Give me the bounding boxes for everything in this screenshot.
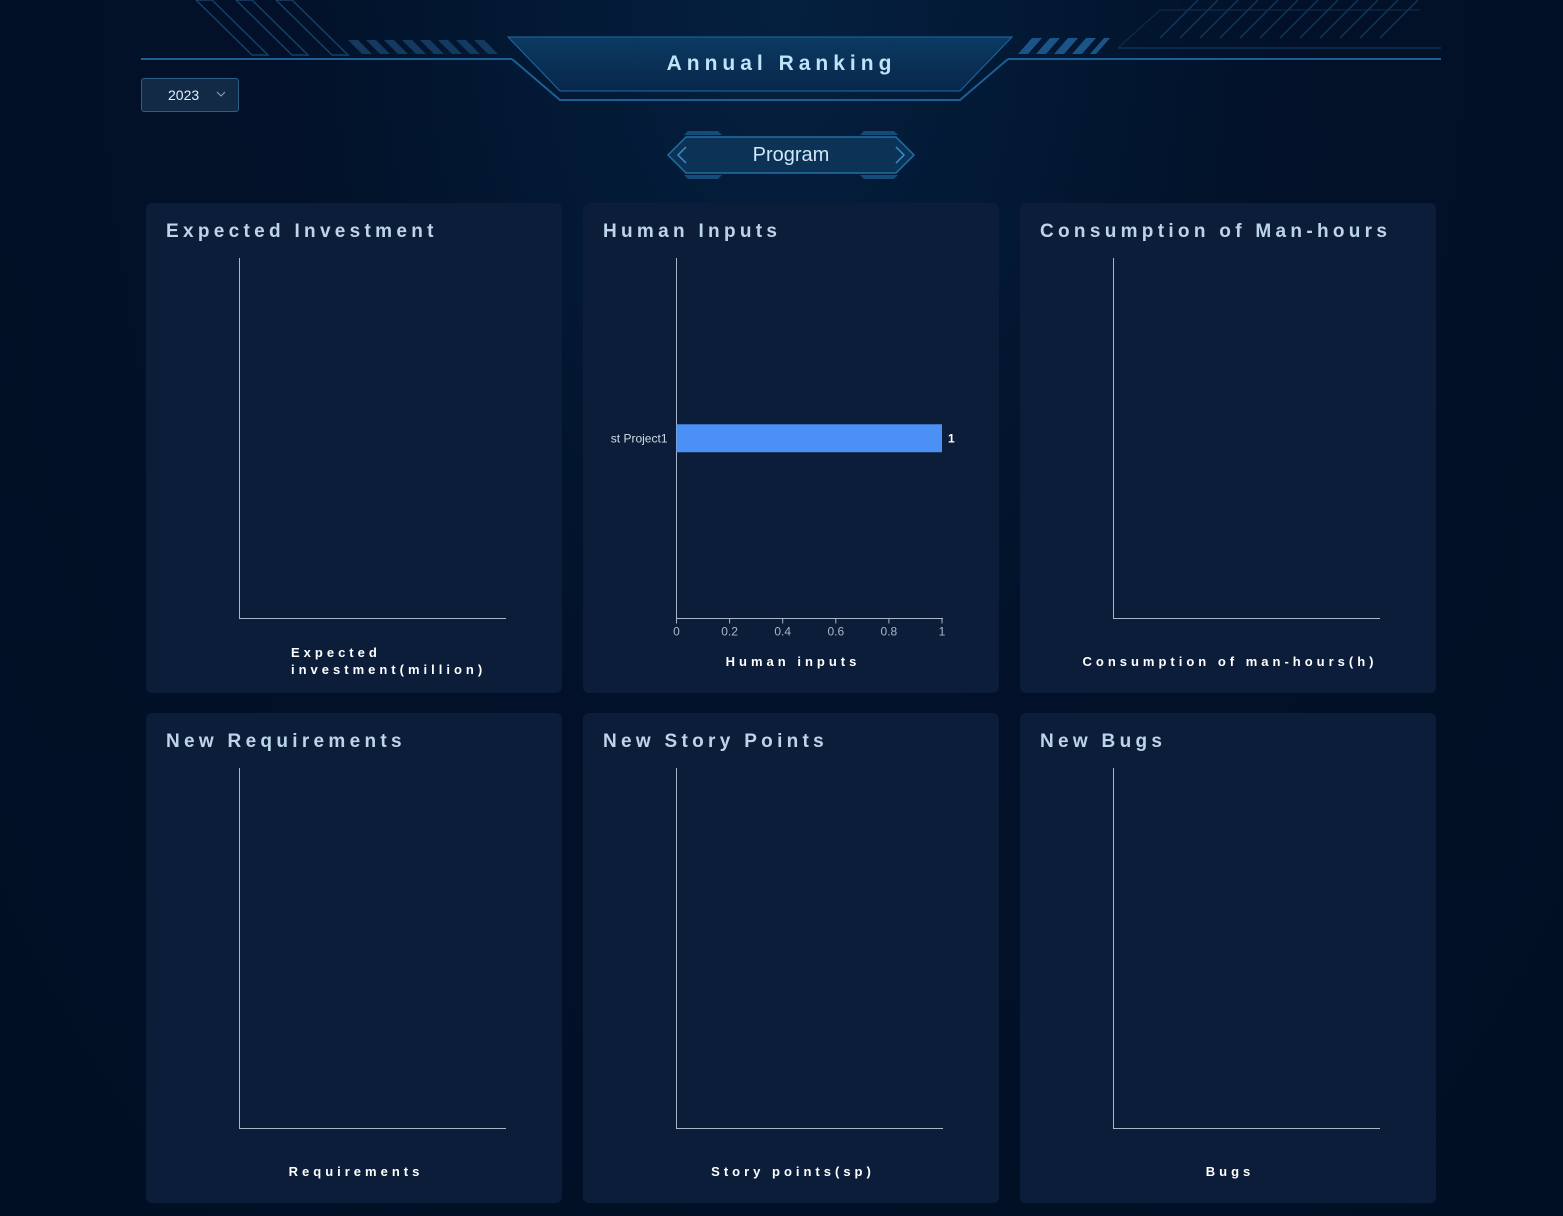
x-axis-label: Human inputs xyxy=(725,654,861,669)
panel-new-story-points: New Story Points Story points(sp) xyxy=(583,713,999,1203)
tab-program[interactable]: Program xyxy=(666,131,916,179)
chart-new-story-points xyxy=(676,768,943,1129)
panel-human-inputs: Human Inputs 0 0.2 0.4 0.6 0.8 1st Project1 1 … xyxy=(583,203,999,693)
x-axis-label-line2: investment(million) xyxy=(291,662,487,677)
x-tick-label: 1 xyxy=(939,625,946,639)
x-tick-label: 0.6 xyxy=(827,625,844,639)
panel-new-bugs: New Bugs Bugs xyxy=(1020,713,1436,1203)
year-select-value: 2023 xyxy=(168,87,200,103)
y-category-label: st Project1 xyxy=(611,431,668,445)
bar xyxy=(676,424,942,453)
bar-data-label: 1 xyxy=(948,431,955,445)
x-axis-label: Requirements xyxy=(288,1164,424,1179)
x-tick-label: 0.2 xyxy=(721,625,738,639)
panel-new-requirements: New Requirements Requirements xyxy=(146,713,562,1203)
chart-man-hours xyxy=(1113,258,1380,619)
x-tick-label: 0 xyxy=(673,625,680,639)
chart-expected-investment xyxy=(239,258,506,619)
chart-human-inputs: 0 0.2 0.4 0.6 0.8 1 st Project1 1 xyxy=(611,258,955,639)
x-axis-label: Consumption of man-hours(h) xyxy=(1082,654,1378,669)
x-tick-label: 0.8 xyxy=(881,625,898,639)
chart-new-bugs xyxy=(1113,768,1380,1129)
x-axis-label: Expected xyxy=(291,645,381,660)
x-axis-label: Bugs xyxy=(1205,1164,1255,1179)
x-axis-label: Story points(sp) xyxy=(711,1164,875,1179)
chevron-down-icon xyxy=(216,91,226,97)
panel-expected-investment: Expected Investment Expected investment(… xyxy=(146,203,562,693)
year-select[interactable]: 2023 xyxy=(141,78,239,112)
chart-new-requirements xyxy=(239,768,506,1129)
tab-program-label: Program xyxy=(752,144,830,166)
panel-man-hours: Consumption of Man-hours Consumption of … xyxy=(1020,203,1436,693)
x-tick-label: 0.4 xyxy=(774,625,791,639)
